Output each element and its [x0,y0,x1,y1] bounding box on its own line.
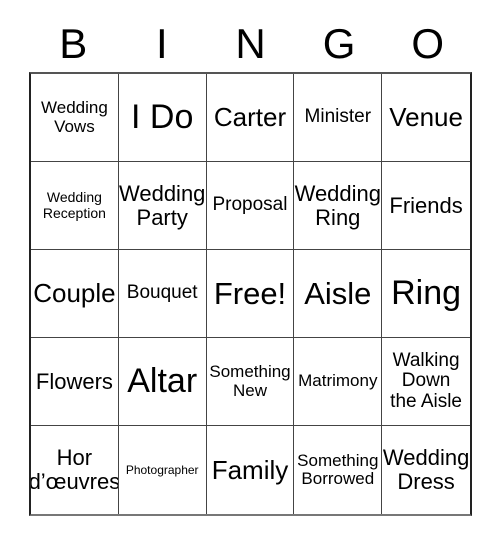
cell-o3[interactable]: Ring [382,250,470,338]
bingo-cell-label: Flowers [35,368,113,394]
bingo-grid: Wedding Vows I Do Carter Minister Venue Weddi… [29,72,472,516]
cell-o4[interactable]: Walking Down the Aisle [382,338,470,426]
cell-g5[interactable]: Something Borrowed [294,426,383,514]
header-letter-b: B [59,20,88,67]
bingo-cell-label: Bouquet [126,282,198,304]
bingo-cell-label: Venue [389,102,463,133]
cell-b5[interactable]: Hor d’œuvres [31,426,119,514]
bingo-cell-label: Something Borrowed [297,450,379,488]
cell-o1[interactable]: Venue [382,74,470,162]
bingo-cell-label: Minister [304,106,372,128]
cell-n2[interactable]: Proposal [206,162,295,250]
bingo-cell-label: Wedding Dress [382,445,470,494]
cell-b2[interactable]: Wedding Reception [31,162,119,250]
cell-b1[interactable]: Wedding Vows [31,74,119,162]
cell-i2[interactable]: Wedding Party [118,162,207,250]
cell-i3[interactable]: Bouquet [118,250,207,338]
cell-o2[interactable]: Friends [382,162,470,250]
bingo-cell-label: Wedding Party [118,180,206,230]
bingo-cell-label: Friends [389,192,463,218]
bingo-cell-label: Ring [391,274,462,313]
cell-i4[interactable]: Altar [118,338,207,426]
bingo-cell-label: Hor d’œuvres [31,445,119,494]
cell-g3[interactable]: Aisle [294,250,383,338]
bingo-card: B I N G O Wedding Vows I Do Carter Minister… [0,0,500,544]
bingo-cell-label: Family [211,454,289,485]
cell-n1[interactable]: Carter [206,74,295,162]
cell-b4[interactable]: Flowers [31,338,119,426]
bingo-header-row: B I N G O [29,16,472,72]
bingo-cell-label: Something New [209,362,291,400]
cell-g2[interactable]: Wedding Ring [294,162,383,250]
bingo-cell-label: Carter [213,102,287,133]
bingo-cell-label: Proposal [212,194,288,216]
bingo-cell-label: Photographer [125,462,199,477]
header-letter-i: I [156,20,168,67]
bingo-cell-label: Wedding Reception [42,189,106,221]
bingo-cell-label: Aisle [304,275,372,311]
cell-n3-free[interactable]: Free! [206,250,295,338]
bingo-cell-label: Couple [33,278,116,309]
cell-g1[interactable]: Minister [294,74,383,162]
cell-o5[interactable]: Wedding Dress [382,426,470,514]
cell-n5[interactable]: Family [206,426,295,514]
cell-n4[interactable]: Something New [206,338,295,426]
cell-i1[interactable]: I Do [118,74,207,162]
bingo-cell-label: Wedding Vows [41,98,108,136]
bingo-cell-label: Matrimony [298,371,378,391]
header-letter-g: G [322,20,356,67]
header-letter-n: N [235,20,266,67]
cell-i5[interactable]: Photographer [118,426,207,514]
bingo-cell-label: Altar [127,362,198,401]
bingo-cell-label: I Do [131,98,194,137]
bingo-cell-label: Free! [213,275,287,311]
header-letter-o: O [411,20,444,67]
bingo-cell-label: Walking Down the Aisle [390,349,462,412]
bingo-cell-label: Wedding Ring [294,180,382,230]
cell-b3[interactable]: Couple [31,250,119,338]
cell-g4[interactable]: Matrimony [294,338,383,426]
